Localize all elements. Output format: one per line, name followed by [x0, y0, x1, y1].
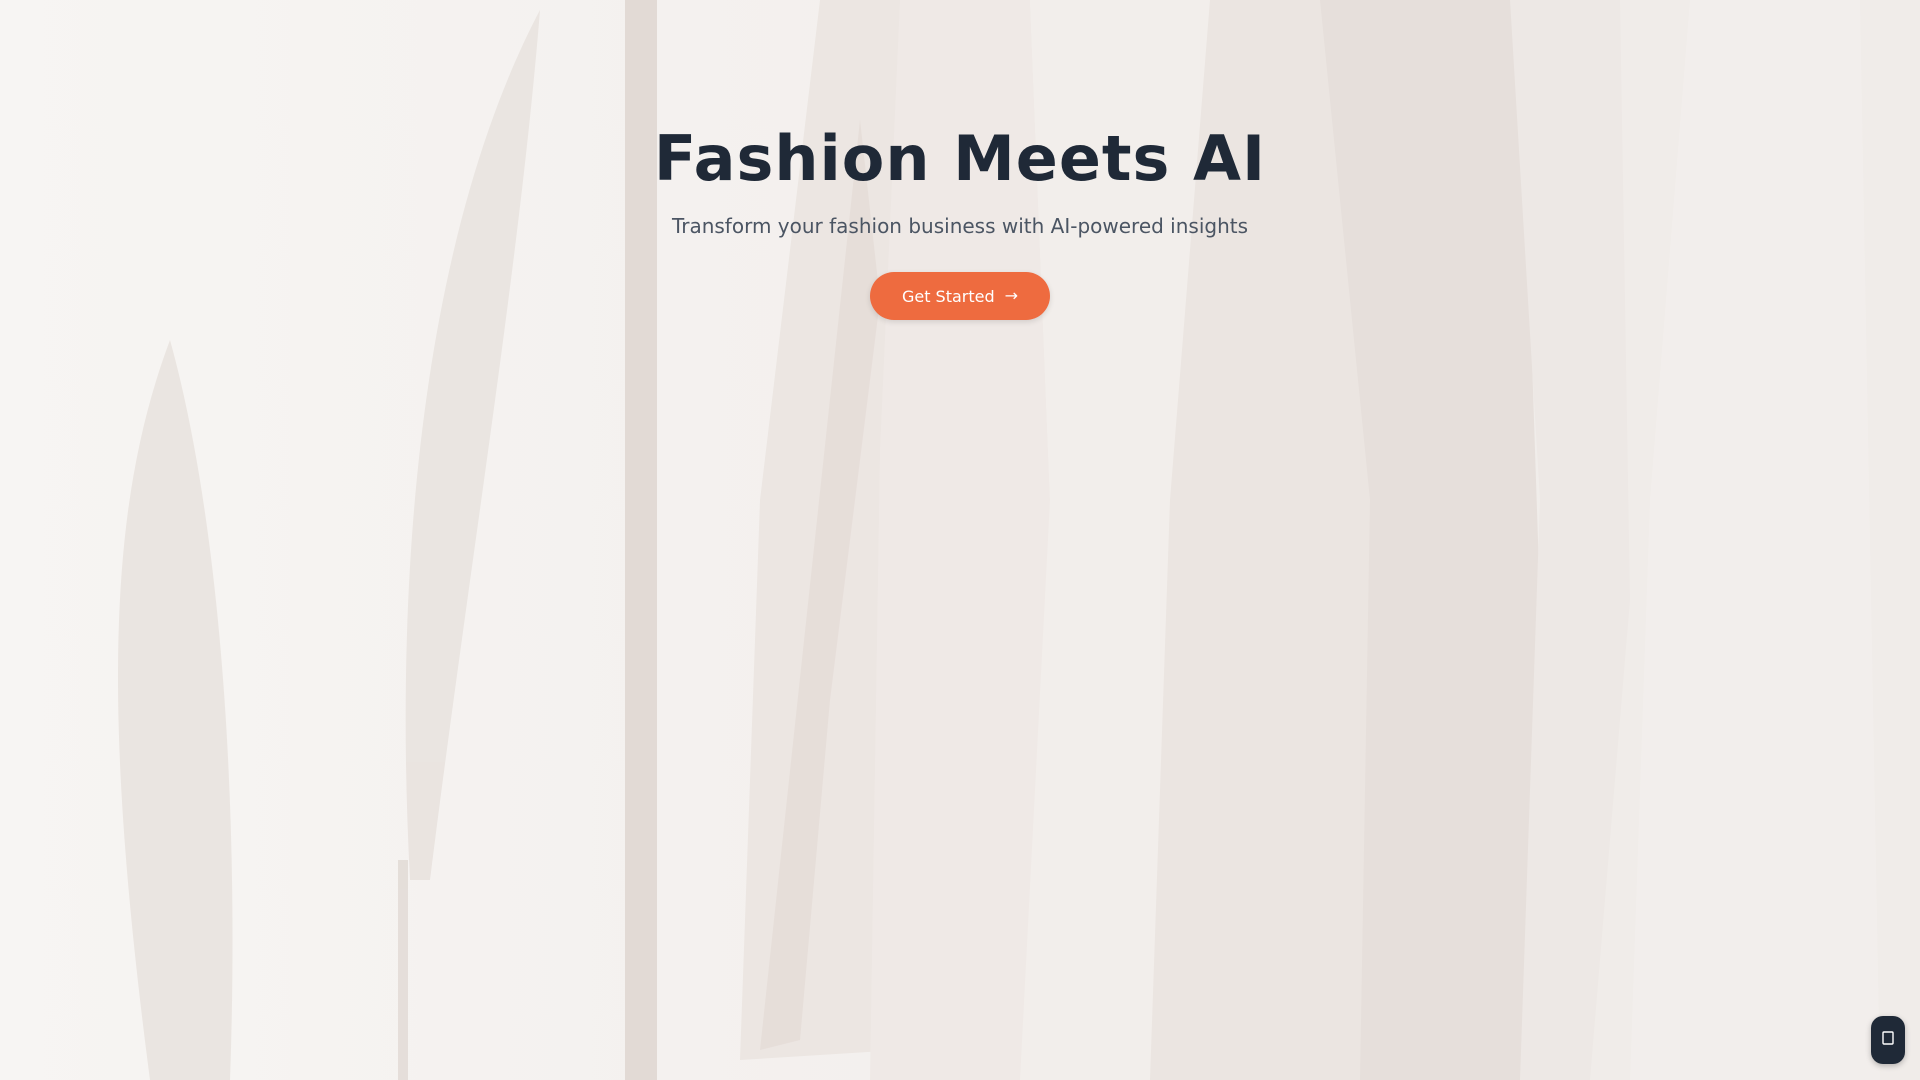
chat-icon	[1881, 1031, 1895, 1049]
landing-page: Fashion Meets AI Transform your fashion …	[0, 0, 1920, 1080]
get-started-button[interactable]: Get Started →	[870, 272, 1050, 320]
chat-button[interactable]	[1871, 1016, 1905, 1064]
get-started-label: Get Started	[901, 286, 995, 306]
arrow-right-icon: →	[1004, 286, 1019, 305]
hero-title: Fashion Meets AI	[653, 122, 1267, 195]
hero-subtitle: Transform your fashion business with AI-…	[671, 214, 1249, 238]
